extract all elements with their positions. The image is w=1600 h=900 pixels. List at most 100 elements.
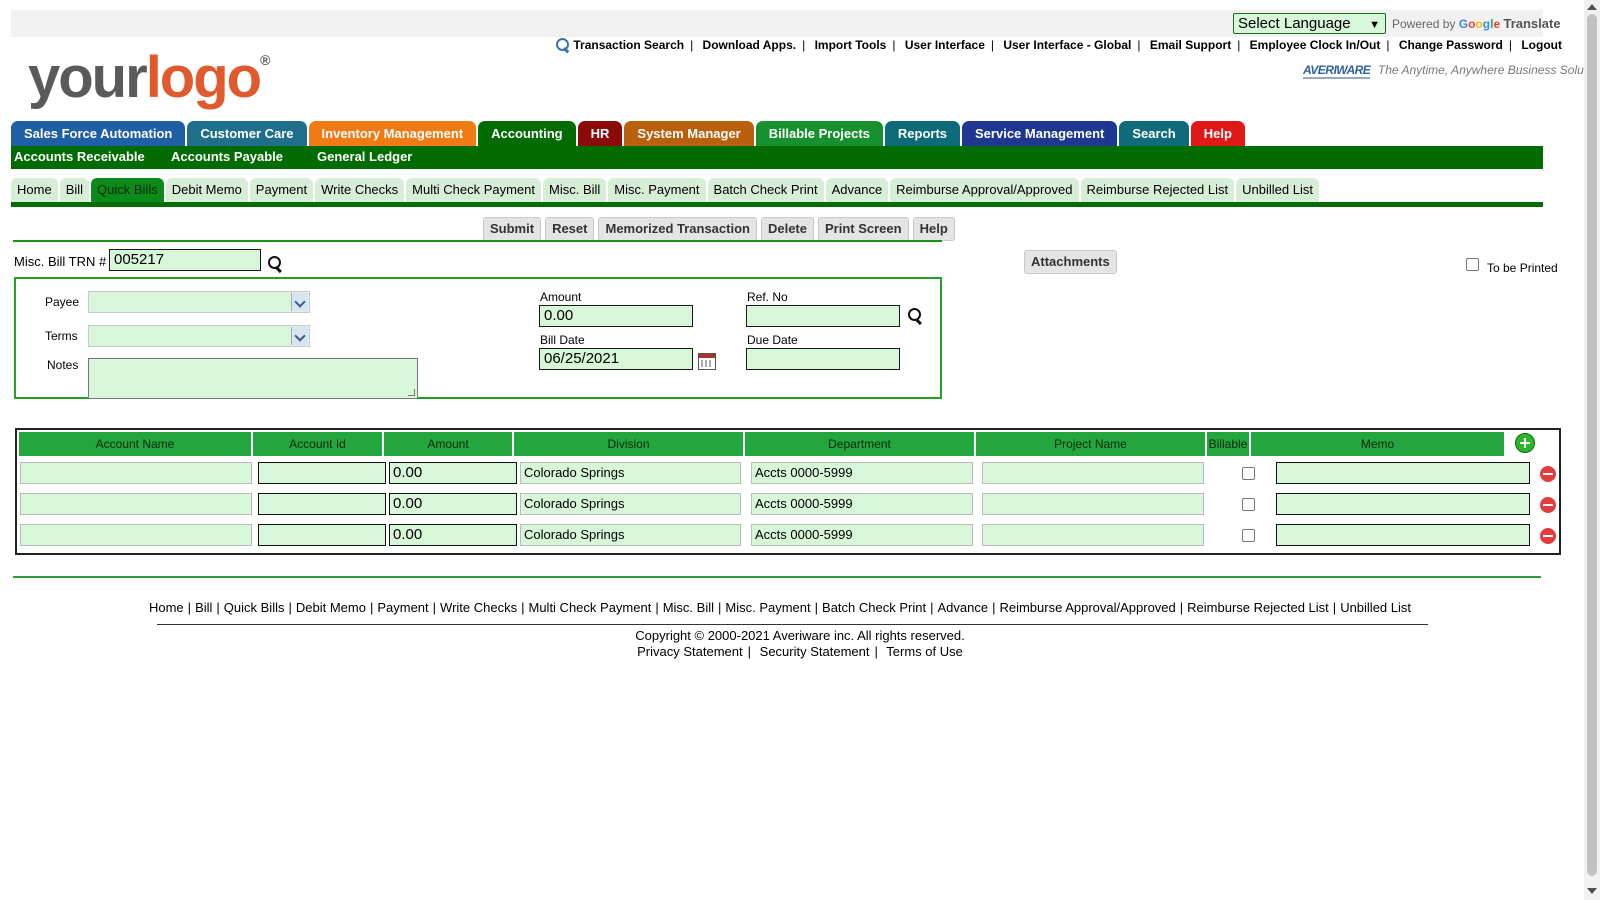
attachments-button[interactable]: Attachments — [1024, 250, 1117, 274]
project-name-select[interactable] — [982, 493, 1204, 515]
top-link-user-interface[interactable]: User Interface — [905, 38, 985, 52]
main-tab-billable-projects[interactable]: Billable Projects — [755, 121, 883, 146]
add-row-icon[interactable] — [1515, 433, 1535, 453]
division-select[interactable]: Colorado Springs — [520, 493, 741, 515]
footer-link-multi-check-payment[interactable]: Multi Check Payment — [529, 600, 652, 615]
main-tab-customer-care[interactable]: Customer Care — [187, 121, 307, 146]
search-icon[interactable] — [556, 38, 570, 52]
billable-checkbox[interactable] — [1242, 498, 1255, 511]
memorized-transaction-button[interactable]: Memorized Transaction — [598, 217, 757, 241]
footer-link-unbilled-list[interactable]: Unbilled List — [1340, 600, 1411, 615]
reset-button[interactable]: Reset — [545, 217, 595, 241]
payee-select[interactable] — [88, 291, 310, 313]
footer-link-bill[interactable]: Bill — [195, 600, 212, 615]
remove-row-icon[interactable] — [1540, 497, 1556, 513]
top-link-employee-clock[interactable]: Employee Clock In/Out — [1250, 38, 1381, 52]
top-link-download-apps[interactable]: Download Apps. — [703, 38, 797, 52]
footer-link-quick-bills[interactable]: Quick Bills — [224, 600, 285, 615]
account-id-input[interactable] — [258, 524, 386, 546]
footer-link-write-checks[interactable]: Write Checks — [440, 600, 517, 615]
subnav-accounts-payable[interactable]: Accounts Payable — [171, 149, 283, 164]
sub-tab-unbilled-list[interactable]: Unbilled List — [1236, 178, 1319, 203]
to-be-printed-checkbox[interactable] — [1466, 258, 1479, 271]
search-icon[interactable] — [908, 308, 924, 324]
footer-link-debit-memo[interactable]: Debit Memo — [296, 600, 366, 615]
account-name-select[interactable] — [20, 524, 252, 546]
sub-tab-bill[interactable]: Bill — [59, 178, 90, 203]
language-select[interactable]: Select Language ▼ — [1233, 13, 1386, 34]
main-tab-sales-force-automation[interactable]: Sales Force Automation — [11, 121, 186, 146]
notes-textarea[interactable] — [88, 358, 418, 399]
division-select[interactable]: Colorado Springs — [520, 524, 741, 546]
sub-tab-debit-memo[interactable]: Debit Memo — [165, 178, 248, 203]
sub-tab-reimburse-rejected-list[interactable]: Reimburse Rejected List — [1080, 178, 1235, 203]
remove-row-icon[interactable] — [1540, 528, 1556, 544]
top-link-import-tools[interactable]: Import Tools — [815, 38, 887, 52]
search-icon[interactable] — [268, 256, 284, 272]
bill-date-input[interactable]: 06/25/2021 — [539, 348, 693, 370]
main-tab-help[interactable]: Help — [1190, 121, 1245, 146]
account-id-input[interactable] — [258, 462, 386, 484]
amount-input[interactable]: 0.00 — [389, 493, 517, 515]
department-select[interactable]: Accts 0000-5999 — [751, 493, 973, 515]
subnav-accounts-receivable[interactable]: Accounts Receivable — [14, 149, 145, 164]
help-button[interactable]: Help — [912, 217, 955, 241]
privacy-statement-link[interactable]: Privacy Statement — [637, 644, 743, 659]
sub-tab-multi-check-payment[interactable]: Multi Check Payment — [406, 178, 541, 203]
remove-row-icon[interactable] — [1540, 466, 1556, 482]
top-link-transaction-search[interactable]: Transaction Search — [573, 38, 684, 52]
footer-link-payment[interactable]: Payment — [377, 600, 428, 615]
main-tab-accounting[interactable]: Accounting — [478, 121, 576, 146]
sub-tab-reimburse-approval-approved[interactable]: Reimburse Approval/Approved — [890, 178, 1079, 203]
main-tab-search[interactable]: Search — [1119, 121, 1189, 146]
top-link-logout[interactable]: Logout — [1521, 38, 1562, 52]
footer-link-batch-check-print[interactable]: Batch Check Print — [822, 600, 926, 615]
account-id-input[interactable] — [258, 493, 386, 515]
footer-link-advance[interactable]: Advance — [937, 600, 988, 615]
calendar-icon[interactable] — [698, 353, 716, 370]
sub-tab-payment[interactable]: Payment — [249, 178, 314, 203]
memo-input[interactable] — [1276, 493, 1530, 515]
main-tab-service-management[interactable]: Service Management — [962, 121, 1118, 146]
footer-link-reimburse-approval-approved[interactable]: Reimburse Approval/Approved — [999, 600, 1175, 615]
account-name-select[interactable] — [20, 493, 252, 515]
ref-no-input[interactable] — [746, 305, 900, 327]
billable-checkbox[interactable] — [1242, 467, 1255, 480]
project-name-select[interactable] — [982, 462, 1204, 484]
top-link-user-interface-global[interactable]: User Interface - Global — [1003, 38, 1131, 52]
main-tab-reports[interactable]: Reports — [884, 121, 961, 146]
sub-tab-advance[interactable]: Advance — [825, 178, 889, 203]
main-tab-hr[interactable]: HR — [577, 121, 623, 146]
sub-tab-write-checks[interactable]: Write Checks — [315, 178, 405, 203]
amount-input[interactable]: 0.00 — [539, 305, 693, 327]
footer-link-misc-bill[interactable]: Misc. Bill — [663, 600, 714, 615]
trn-input[interactable]: 005217 — [109, 249, 261, 271]
security-statement-link[interactable]: Security Statement — [760, 644, 870, 659]
sub-tab-misc-bill[interactable]: Misc. Bill — [543, 178, 607, 203]
memo-input[interactable] — [1276, 462, 1530, 484]
project-name-select[interactable] — [982, 524, 1204, 546]
memo-input[interactable] — [1276, 524, 1530, 546]
footer-link-reimburse-rejected-list[interactable]: Reimburse Rejected List — [1187, 600, 1329, 615]
sub-tab-quick-bills[interactable]: Quick Bills — [91, 178, 164, 203]
account-name-select[interactable] — [20, 462, 252, 484]
department-select[interactable]: Accts 0000-5999 — [751, 524, 973, 546]
footer-link-misc-payment[interactable]: Misc. Payment — [725, 600, 810, 615]
top-link-change-password[interactable]: Change Password — [1399, 38, 1503, 52]
delete-button[interactable]: Delete — [760, 217, 814, 241]
scroll-down-arrow-icon[interactable] — [1587, 888, 1597, 894]
powered-by-google-translate[interactable]: Powered by Google Translate — [1392, 16, 1561, 31]
sub-tab-misc-payment[interactable]: Misc. Payment — [608, 178, 706, 203]
billable-checkbox[interactable] — [1242, 529, 1255, 542]
main-tab-inventory-management[interactable]: Inventory Management — [308, 121, 477, 146]
top-link-email-support[interactable]: Email Support — [1150, 38, 1231, 52]
submit-button[interactable]: Submit — [483, 217, 542, 241]
scroll-up-arrow-icon[interactable] — [1587, 4, 1597, 10]
terms-of-use-link[interactable]: Terms of Use — [886, 644, 963, 659]
print-screen-button[interactable]: Print Screen — [818, 217, 909, 241]
scrollbar-thumb[interactable] — [1587, 14, 1597, 876]
main-tab-system-manager[interactable]: System Manager — [624, 121, 754, 146]
terms-select[interactable] — [88, 325, 310, 347]
division-select[interactable]: Colorado Springs — [520, 462, 741, 484]
sub-tab-home[interactable]: Home — [11, 178, 58, 203]
